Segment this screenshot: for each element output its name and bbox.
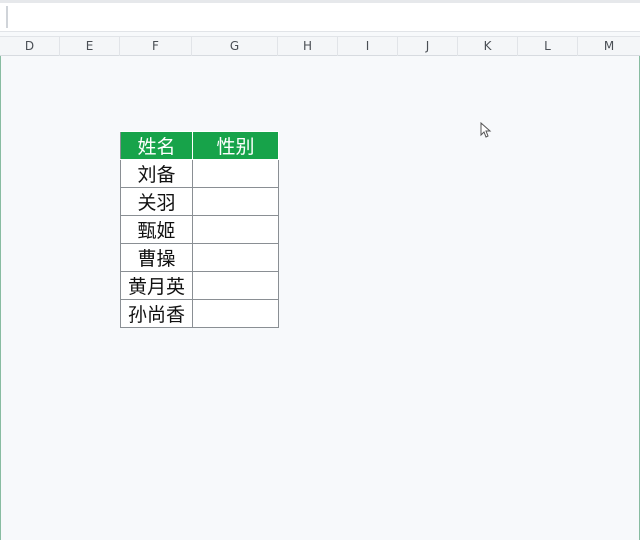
toolbar-divider <box>0 0 640 3</box>
column-header-row: D E F G H I J K L M <box>0 36 640 56</box>
table-row: 曹操 <box>120 243 279 272</box>
column-header-k[interactable]: K <box>458 37 518 56</box>
table-row: 孙尚香 <box>120 299 279 328</box>
name-cell[interactable]: 孙尚香 <box>120 299 193 328</box>
formula-bar <box>0 0 640 32</box>
table-row: 关羽 <box>120 187 279 216</box>
name-cell[interactable]: 黄月英 <box>120 271 193 300</box>
gender-cell[interactable] <box>192 243 279 272</box>
column-header-d[interactable]: D <box>0 37 60 56</box>
name-cell[interactable]: 刘备 <box>120 159 193 188</box>
formula-bar-handle[interactable] <box>6 6 8 28</box>
header-cell-name[interactable]: 姓名 <box>120 131 193 160</box>
arrow-pointer-icon <box>480 122 492 138</box>
column-header-h[interactable]: H <box>278 37 338 56</box>
table-row: 甄姬 <box>120 215 279 244</box>
column-header-j[interactable]: J <box>398 37 458 56</box>
gender-cell[interactable] <box>192 215 279 244</box>
formula-input[interactable] <box>10 4 640 28</box>
column-header-e[interactable]: E <box>60 37 120 56</box>
gender-cell[interactable] <box>192 271 279 300</box>
gender-cell[interactable] <box>192 299 279 328</box>
name-cell[interactable]: 关羽 <box>120 187 193 216</box>
header-cell-gender[interactable]: 性别 <box>192 131 279 160</box>
column-header-f[interactable]: F <box>120 37 192 56</box>
gender-cell[interactable] <box>192 159 279 188</box>
table-header-row: 姓名 性别 <box>120 131 279 160</box>
data-table: 姓名 性别 刘备 关羽 甄姬 曹操 黄月英 孙尚香 <box>120 131 279 328</box>
column-header-g[interactable]: G <box>192 37 278 56</box>
grid-left-border <box>0 56 1 540</box>
spreadsheet-grid[interactable]: 姓名 性别 刘备 关羽 甄姬 曹操 黄月英 孙尚香 <box>0 56 640 540</box>
name-cell[interactable]: 甄姬 <box>120 215 193 244</box>
gender-cell[interactable] <box>192 187 279 216</box>
table-row: 黄月英 <box>120 271 279 300</box>
name-cell[interactable]: 曹操 <box>120 243 193 272</box>
table-row: 刘备 <box>120 159 279 188</box>
column-header-i[interactable]: I <box>338 37 398 56</box>
column-header-m[interactable]: M <box>578 37 640 56</box>
column-header-l[interactable]: L <box>518 37 578 56</box>
